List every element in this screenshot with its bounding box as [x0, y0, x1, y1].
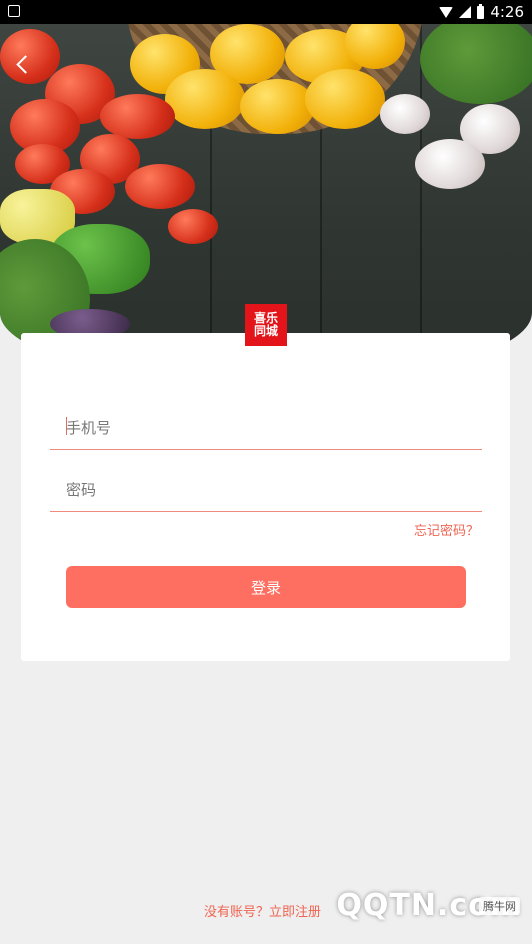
login-card: 忘记密码？ 登录 [21, 333, 510, 661]
password-input[interactable] [66, 481, 466, 499]
status-time: 4:26 [490, 3, 524, 21]
phone-field-row [50, 389, 482, 450]
forgot-password-link[interactable]: 忘记密码？ [414, 520, 479, 539]
status-icons: 4:26 [439, 3, 524, 21]
signal-icon [459, 6, 472, 18]
register-link[interactable]: 没有账号？立即注册 [204, 901, 321, 920]
password-field-row [50, 451, 482, 512]
watermark-badge: 腾牛网 [479, 897, 520, 915]
app-logo: 喜乐 同城 [245, 304, 287, 346]
logo-line-2: 同城 [253, 324, 278, 338]
status-bar: 4:26 [0, 0, 532, 24]
login-button[interactable]: 登录 [66, 566, 466, 608]
phone-input[interactable] [66, 419, 466, 437]
back-button[interactable] [12, 52, 38, 78]
wifi-icon [439, 6, 454, 18]
battery-icon [477, 3, 485, 19]
notification-icon [8, 5, 20, 17]
